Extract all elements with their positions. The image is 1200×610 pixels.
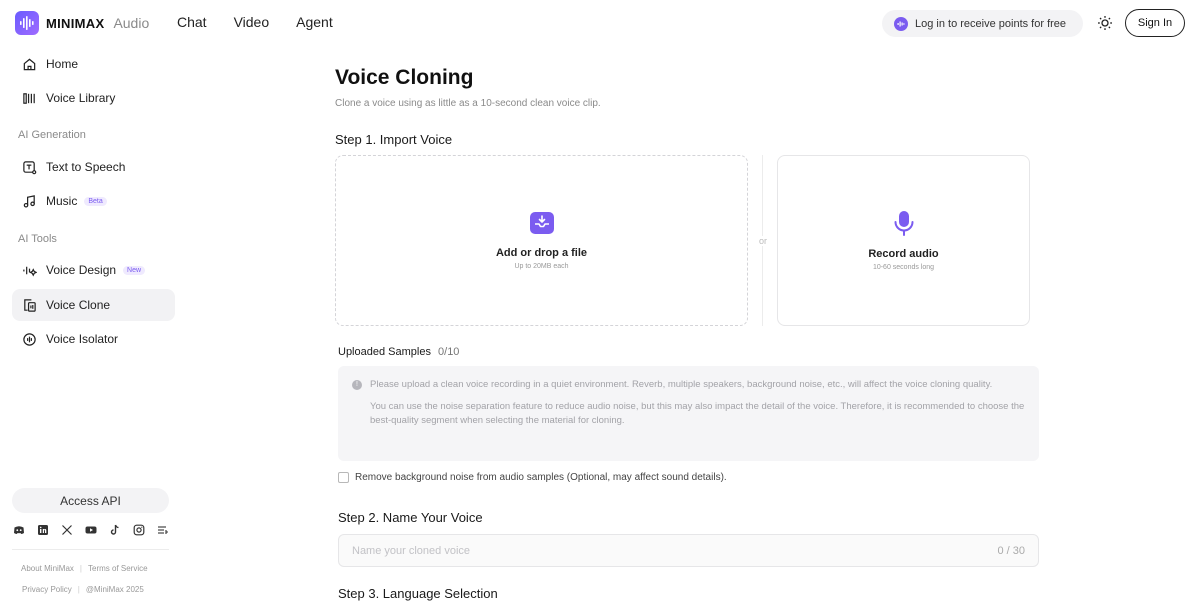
page-title: Voice Cloning bbox=[335, 66, 474, 89]
remove-noise-option[interactable]: Remove background noise from audio sampl… bbox=[338, 472, 727, 483]
more-icon[interactable] bbox=[157, 524, 169, 536]
main-content: Voice Cloning Clone a voice using as lit… bbox=[335, 0, 1040, 610]
discord-icon[interactable] bbox=[13, 524, 25, 536]
footer-links-row-2: Privacy Policy | @MiniMax 2025 bbox=[22, 585, 144, 594]
about-link[interactable]: About MiniMax bbox=[21, 564, 74, 573]
voice-isolator-icon bbox=[23, 332, 36, 346]
footer-separator: | bbox=[77, 585, 80, 594]
remove-noise-label: Remove background noise from audio sampl… bbox=[355, 472, 727, 483]
new-badge: New bbox=[123, 265, 146, 275]
step-2-title: Step 2. Name Your Voice bbox=[338, 510, 483, 525]
text-to-speech-icon bbox=[23, 160, 37, 174]
sidebar-item-voice-clone[interactable]: Voice Clone bbox=[12, 289, 175, 321]
nav-chat[interactable]: Chat bbox=[177, 14, 207, 30]
social-links bbox=[13, 524, 169, 536]
upload-title: Add or drop a file bbox=[495, 247, 588, 259]
privacy-link[interactable]: Privacy Policy bbox=[22, 585, 72, 594]
brand-name: MINIMAX bbox=[46, 15, 105, 31]
instagram-icon[interactable] bbox=[133, 524, 145, 536]
name-char-count: 0 / 30 bbox=[997, 544, 1025, 557]
brand-product: Audio bbox=[113, 15, 150, 31]
voice-clone-icon bbox=[24, 298, 36, 312]
sidebar-divider bbox=[12, 549, 169, 550]
file-dropzone[interactable]: Add or drop a file Up to 20MB each bbox=[335, 155, 748, 326]
record-hint: 10-60 seconds long bbox=[872, 264, 935, 271]
section-label-ai-generation: AI Generation bbox=[18, 129, 86, 141]
sidebar-item-label: Voice Clone bbox=[46, 298, 111, 312]
linkedin-icon[interactable] bbox=[37, 524, 49, 536]
tiktok-icon[interactable] bbox=[109, 524, 121, 536]
sidebar-item-home[interactable]: Home bbox=[12, 48, 175, 80]
sidebar-item-voice-library[interactable]: Voice Library bbox=[12, 82, 175, 114]
uploaded-samples-heading: Uploaded Samples 0/10 bbox=[338, 346, 459, 358]
sidebar-item-label: Voice Isolator bbox=[46, 332, 119, 346]
brand-logo[interactable]: MINIMAX Audio bbox=[15, 11, 149, 35]
sidebar-item-label: Voice Library bbox=[46, 91, 116, 105]
footer-separator: | bbox=[79, 564, 82, 573]
sidebar-item-label: Text to Speech bbox=[46, 160, 126, 174]
nav-agent[interactable]: Agent bbox=[296, 14, 333, 30]
upload-inbox-icon bbox=[529, 212, 554, 234]
notice-text-1: Please upload a clean voice recording in… bbox=[370, 379, 993, 390]
info-icon: ! bbox=[352, 380, 362, 390]
home-icon bbox=[23, 58, 36, 70]
nav-video[interactable]: Video bbox=[234, 14, 270, 30]
microphone-icon bbox=[894, 211, 913, 236]
record-audio-button[interactable]: Record audio 10-60 seconds long bbox=[777, 155, 1030, 326]
upload-hint: Up to 20MB each bbox=[514, 263, 569, 270]
sidebar: Home Voice Library AI Generation Text to… bbox=[0, 46, 187, 610]
sidebar-item-voice-design[interactable]: Voice Design New bbox=[12, 254, 175, 286]
library-icon bbox=[23, 92, 35, 104]
record-title: Record audio bbox=[868, 248, 939, 260]
step-1-title: Step 1. Import Voice bbox=[335, 132, 453, 147]
sidebar-item-text-to-speech[interactable]: Text to Speech bbox=[12, 151, 175, 183]
upload-guidance-notice: ! Please upload a clean voice recording … bbox=[338, 366, 1039, 461]
voice-name-input[interactable] bbox=[352, 544, 912, 557]
minimax-logo-icon bbox=[15, 11, 39, 35]
voice-design-icon bbox=[23, 266, 37, 277]
terms-link[interactable]: Terms of Service bbox=[88, 564, 148, 573]
uploaded-samples-label: Uploaded Samples bbox=[338, 346, 431, 358]
voice-name-field[interactable]: 0 / 30 bbox=[338, 534, 1039, 567]
music-note-icon bbox=[23, 194, 35, 208]
sign-in-button[interactable]: Sign In bbox=[1125, 9, 1185, 37]
top-nav: Chat Video Agent bbox=[177, 14, 333, 30]
uploaded-samples-count: 0/10 bbox=[438, 346, 460, 358]
notice-text-2: You can use the noise separation feature… bbox=[370, 401, 1025, 426]
sidebar-item-label: Music bbox=[46, 194, 78, 208]
step-3-title: Step 3. Language Selection bbox=[338, 586, 498, 601]
sidebar-item-voice-isolator[interactable]: Voice Isolator bbox=[12, 323, 175, 355]
sidebar-item-label: Home bbox=[46, 57, 79, 71]
copyright-text: @MiniMax 2025 bbox=[85, 585, 144, 594]
footer-links-row-1: About MiniMax | Terms of Service bbox=[21, 564, 148, 573]
or-label: or bbox=[758, 236, 769, 246]
sidebar-item-music[interactable]: Music Beta bbox=[12, 185, 175, 217]
beta-badge: Beta bbox=[84, 196, 107, 206]
section-label-ai-tools: AI Tools bbox=[18, 233, 57, 245]
page-subtitle: Clone a voice using as little as a 10-se… bbox=[335, 98, 601, 109]
theme-toggle-sun-icon[interactable] bbox=[1097, 15, 1113, 31]
sidebar-item-label: Voice Design bbox=[46, 263, 117, 277]
x-icon[interactable] bbox=[61, 524, 73, 536]
remove-noise-checkbox[interactable] bbox=[338, 472, 349, 483]
access-api-button[interactable]: Access API bbox=[12, 488, 169, 513]
youtube-icon[interactable] bbox=[85, 524, 97, 536]
